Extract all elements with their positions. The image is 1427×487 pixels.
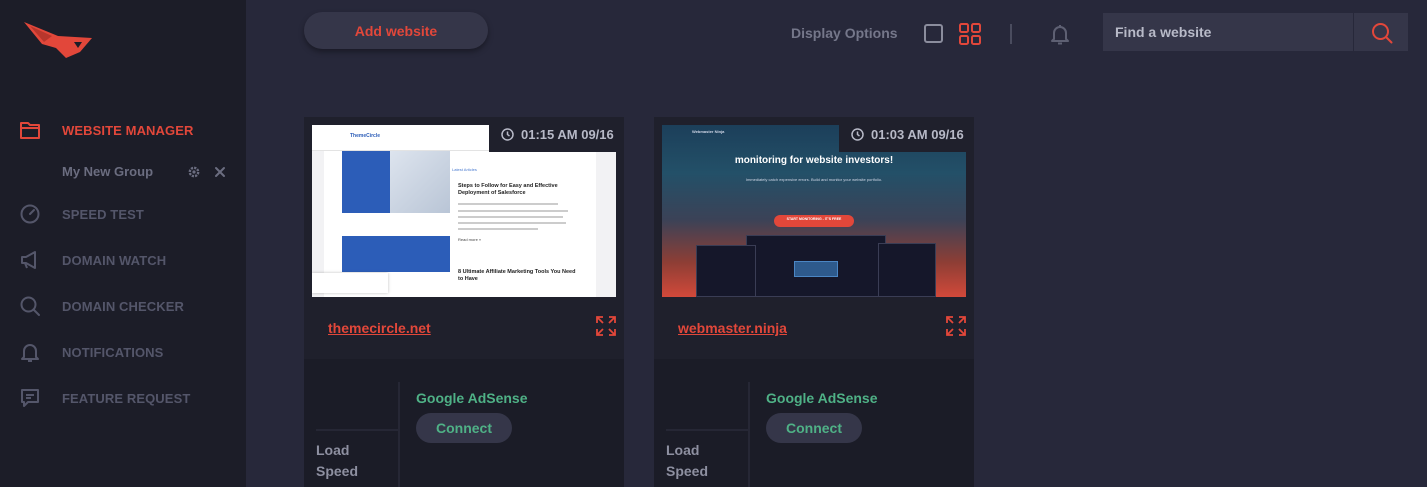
thumb-post-title: Steps to Follow for Easy and Effective D… — [458, 183, 558, 196]
thumb-subline: Immediately catch expensive errors. Buil… — [745, 177, 883, 182]
load-speed-line: Speed — [316, 463, 359, 479]
chat-icon — [21, 389, 39, 407]
group-label: My New Group — [62, 164, 154, 179]
add-website-button[interactable]: Add website — [304, 12, 488, 49]
magnifier-icon — [20, 296, 40, 316]
grid-view-icon[interactable] — [959, 23, 981, 45]
thumb-post-title: 8 Ultimate Affiliate Marketing Tools You… — [458, 269, 576, 282]
load-speed-label: Load Speed — [316, 440, 358, 482]
nav-feature-request[interactable]: FEATURE REQUEST — [0, 383, 246, 413]
expand-icon[interactable] — [595, 315, 617, 337]
thumb-cta: START MONITORING - IT'S FREE — [786, 217, 842, 221]
thumb-section-label: Latest Articles — [452, 167, 477, 172]
nav-website-manager[interactable]: WEBSITE MANAGER — [0, 115, 246, 145]
last-check-time: 01:15 AM 09/16 — [489, 117, 624, 152]
display-options-label: Display Options — [791, 25, 898, 41]
thumb-logo-text: Webmaster Ninja — [692, 129, 725, 134]
close-icon[interactable] — [213, 165, 227, 179]
time-text: 01:03 AM 09/16 — [871, 127, 964, 142]
group-row[interactable]: My New Group — [0, 160, 246, 184]
last-check-time: 01:03 AM 09/16 — [839, 117, 974, 152]
nav-label: DOMAIN CHECKER — [62, 299, 185, 314]
stats-divider — [666, 429, 748, 431]
connect-button[interactable]: Connect — [766, 413, 862, 443]
website-link[interactable]: webmaster.ninja — [678, 320, 787, 336]
time-text: 01:15 AM 09/16 — [521, 127, 614, 142]
website-card: ThemeCircle Latest Articles STEPS FOR EA… — [304, 117, 624, 487]
stats-divider — [748, 382, 750, 487]
nav-speed-test[interactable]: SPEED TEST — [0, 199, 246, 229]
load-speed-line: Speed — [666, 463, 709, 479]
load-speed-line: Load — [666, 442, 700, 458]
logo-mask-icon[interactable] — [22, 18, 94, 60]
bell-icon[interactable] — [1049, 22, 1071, 46]
nav-domain-checker[interactable]: DOMAIN CHECKER — [0, 291, 246, 321]
nav-label: SPEED TEST — [62, 207, 144, 222]
clock-icon — [851, 128, 864, 141]
nav-label: NOTIFICATIONS — [62, 345, 164, 360]
nav-label: DOMAIN WATCH — [62, 253, 167, 268]
search-icon — [1372, 23, 1393, 44]
speedometer-icon — [20, 204, 40, 224]
thumb-headline: monitoring for website investors! — [734, 155, 894, 166]
search-input[interactable] — [1103, 13, 1353, 51]
adsense-label: Google AdSense — [766, 390, 878, 406]
single-view-icon[interactable] — [924, 24, 943, 43]
thumb-read-more: Read more » — [458, 237, 482, 242]
nav-label: FEATURE REQUEST — [62, 391, 191, 406]
connect-button[interactable]: Connect — [416, 413, 512, 443]
website-link[interactable]: themecircle.net — [328, 320, 431, 336]
stats-divider — [398, 382, 400, 487]
nav-domain-watch[interactable]: DOMAIN WATCH — [0, 245, 246, 275]
search-button[interactable] — [1353, 13, 1408, 51]
thumb-post-image-text: STEPS FOR EASY AND EFFECTIVE DEPLOYMENT … — [354, 225, 422, 235]
adsense-label: Google AdSense — [416, 390, 528, 406]
clock-icon — [501, 128, 514, 141]
website-card: Webmaster Ninja monitoring for website i… — [654, 117, 974, 487]
thumb-logo-text: ThemeCircle — [350, 133, 381, 139]
folder-icon — [20, 122, 40, 139]
stats-divider — [316, 429, 398, 431]
bell-icon — [21, 344, 39, 362]
nav-label: WEBSITE MANAGER — [62, 123, 194, 138]
gear-icon[interactable] — [187, 165, 201, 179]
megaphone-icon — [21, 251, 36, 269]
sidebar: WEBSITE MANAGER My New Group SPEED TEST … — [0, 0, 246, 487]
load-speed-line: Load — [316, 442, 350, 458]
expand-icon[interactable] — [945, 315, 967, 337]
nav-notifications[interactable]: NOTIFICATIONS — [0, 337, 246, 367]
load-speed-label: Load Speed — [666, 440, 708, 482]
toolbar-divider — [1010, 24, 1012, 44]
